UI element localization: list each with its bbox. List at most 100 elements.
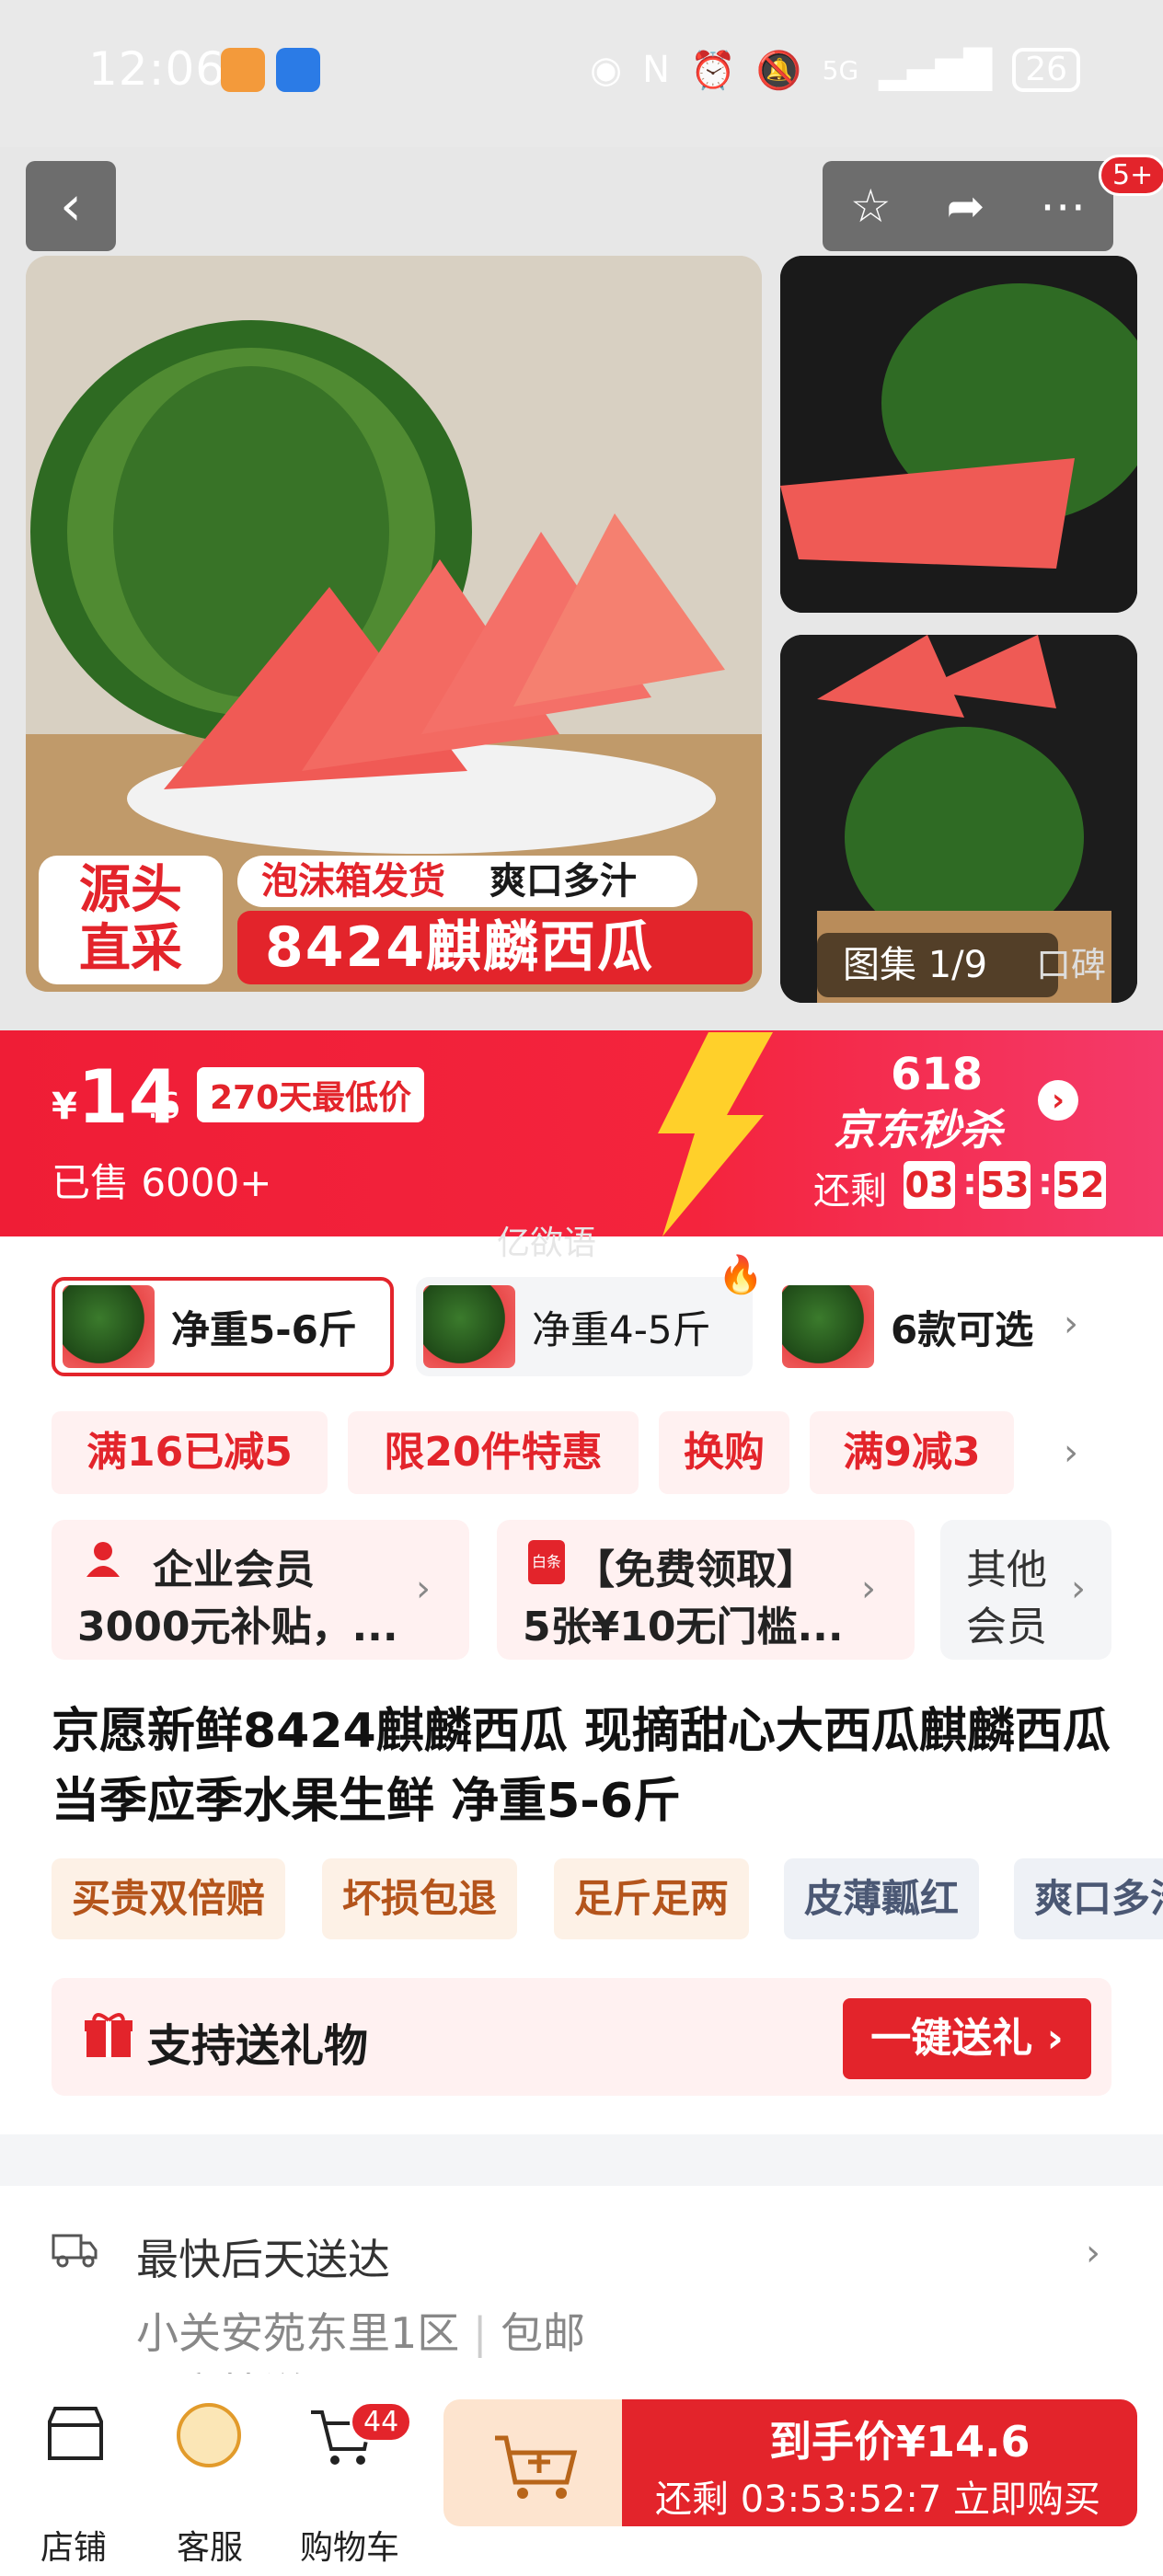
promo-chip[interactable]: 限20件特惠: [348, 1411, 639, 1494]
countdown-seconds: 52: [1054, 1161, 1106, 1209]
back-button[interactable]: ‹: [26, 161, 116, 251]
spec-thumb: [423, 1285, 515, 1368]
promo-chip[interactable]: 满16已减5: [52, 1411, 328, 1494]
watermark-text: 亿欲语: [497, 1225, 597, 1262]
product-name-tag: 8424麒麟西瓜: [237, 911, 753, 984]
eye-icon: ◉: [590, 49, 623, 91]
chevron-right-icon[interactable]: ›: [1064, 1303, 1078, 1345]
gift-button[interactable]: 一键送礼 ›: [843, 1998, 1091, 2079]
remain-label: 还剩: [813, 1170, 887, 1213]
service-icon[interactable]: [177, 2403, 241, 2467]
chevron-right-icon: ›: [416, 1568, 431, 1610]
spec-label: 净重4-5斤: [532, 1306, 711, 1352]
side-image-1[interactable]: [780, 256, 1137, 613]
sold-count: 已售 6000+: [52, 1160, 272, 1205]
shipping-text: 泡沫箱发货: [261, 860, 445, 903]
promo-chip[interactable]: 满9减3: [810, 1411, 1014, 1494]
source-line1: 源头: [79, 860, 182, 920]
spec-thumb: [63, 1285, 155, 1368]
store-label[interactable]: 店铺: [18, 2521, 129, 2569]
service-chip: 买贵双倍赔: [52, 1858, 286, 1939]
gallery-label[interactable]: 图集 1/9: [817, 933, 1058, 997]
delivery-partial: 示文技送: [136, 2361, 305, 2374]
chevron-right-icon: ›: [1071, 1568, 1086, 1610]
chevron-right-icon[interactable]: ›: [1064, 1432, 1078, 1474]
currency-symbol: ¥: [52, 1086, 77, 1128]
member-line1: 企业会员: [153, 1547, 315, 1593]
spec-label: 6款可选: [891, 1306, 1034, 1352]
service-chip: 足斤足两: [554, 1858, 750, 1939]
member-line2: 3000元补贴，...: [77, 1604, 398, 1650]
fire-icon: 🔥: [718, 1254, 764, 1296]
spec-option-2[interactable]: 净重4-5斤: [416, 1277, 753, 1376]
promo-name[interactable]: 京东秒杀: [834, 1097, 1003, 1157]
delivery-address[interactable]: 小关安苑东里1区 | 包邮: [136, 2300, 585, 2361]
nfc-icon: N: [642, 49, 670, 91]
product-title: 京愿新鲜8424麒麟西瓜 现摘甜心大西瓜麒麟西瓜当季应季水果生鲜 净重5-6斤: [52, 1704, 1111, 1829]
chevron-right-icon[interactable]: ›: [1038, 1080, 1078, 1121]
source-tag: 源头 直采: [39, 856, 223, 984]
member-line1: 其他: [966, 1547, 1047, 1593]
taste-text: 爽口多汁: [489, 860, 637, 903]
member-card-enterprise[interactable]: 企业会员 3000元补贴，... ›: [52, 1520, 469, 1660]
member-card-coupon[interactable]: 白条 【免费领取】 5张¥10无门槛... ›: [497, 1520, 915, 1660]
countdown-sep: :: [1038, 1161, 1053, 1203]
promo-chip[interactable]: 换购: [659, 1411, 789, 1494]
cart-count-badge: 44: [350, 2401, 413, 2443]
countdown-sep: :: [962, 1161, 977, 1203]
member-line2: 会员: [966, 1604, 1047, 1650]
status-icons: ◉ N ⏰ 🔕 5G ▂▄▆█ 26: [590, 48, 1080, 92]
signal-icon: ▂▄▆█: [879, 49, 993, 91]
spec-more[interactable]: 6款可选: [775, 1277, 1088, 1376]
truck-icon: [52, 2226, 98, 2272]
baitiao-icon: 白条: [528, 1540, 565, 1584]
chevron-right-icon: ›: [861, 1568, 876, 1610]
section-divider: [0, 2134, 1163, 2186]
service-chip: 爽口多汁: [1014, 1858, 1163, 1939]
more-badge: 5+: [1099, 155, 1163, 196]
service-label[interactable]: 客服: [155, 2521, 265, 2569]
alarm-icon: ⏰: [690, 49, 736, 92]
lowest-price-badge: 270天最低价: [197, 1067, 425, 1122]
chevron-right-icon[interactable]: ›: [1086, 2232, 1100, 2274]
app-notification-icon: [221, 48, 265, 92]
member-card-other[interactable]: 其他 会员 ›: [940, 1520, 1111, 1660]
delivery-eta[interactable]: 最快后天送达: [136, 2226, 390, 2287]
battery-icon: 26: [1012, 48, 1080, 92]
buy-sub-label[interactable]: 还剩 03:53:52:7 立即购买: [655, 2469, 1100, 2523]
source-line2: 直采: [79, 919, 182, 979]
cart-label[interactable]: 购物车: [294, 2521, 405, 2569]
gift-label: 支持送礼物: [147, 2020, 369, 2072]
shipping-tag: 泡沫箱发货 爽口多汁: [237, 856, 697, 907]
countdown-minutes: 53: [979, 1161, 1031, 1209]
spec-option-1[interactable]: 净重5-6斤: [52, 1277, 394, 1376]
store-icon[interactable]: [44, 2403, 107, 2466]
app-notification-icon-2: [276, 48, 320, 92]
buy-price-label[interactable]: 到手价¥14.6: [769, 2409, 1031, 2469]
chevron-left-icon: ‹: [60, 174, 82, 238]
status-time: 12:06: [88, 42, 226, 96]
add-to-cart-button[interactable]: [443, 2399, 628, 2526]
user-icon: [85, 1540, 121, 1577]
add-cart-icon: [495, 2435, 578, 2499]
gift-icon: [85, 2011, 132, 2059]
service-chip: 坏损包退: [322, 1858, 518, 1939]
countdown-hours: 03: [904, 1161, 955, 1209]
network-label: 5G: [822, 54, 859, 86]
top-actions: ☆ ➦ ⋯: [823, 161, 1113, 251]
reviews-label[interactable]: 口碑: [1036, 933, 1106, 997]
promo-618: 618: [891, 1049, 984, 1100]
mute-icon: 🔕: [755, 49, 802, 92]
service-chip: 皮薄瓤红: [784, 1858, 980, 1939]
more-icon[interactable]: ⋯: [1040, 179, 1086, 233]
spec-thumb: [782, 1285, 874, 1368]
price-decimal: .6: [147, 1086, 181, 1126]
lightning-icon: [658, 1032, 773, 1236]
gift-button-label: 一键送礼: [870, 2015, 1033, 2062]
star-icon[interactable]: ☆: [850, 179, 892, 233]
spec-label: 净重5-6斤: [171, 1306, 357, 1352]
member-line1: 【免费领取】: [574, 1547, 817, 1593]
share-icon[interactable]: ➦: [946, 179, 985, 233]
shipping-text: 包邮: [501, 2308, 586, 2358]
address-text: 小关安苑东里1区: [136, 2308, 460, 2358]
